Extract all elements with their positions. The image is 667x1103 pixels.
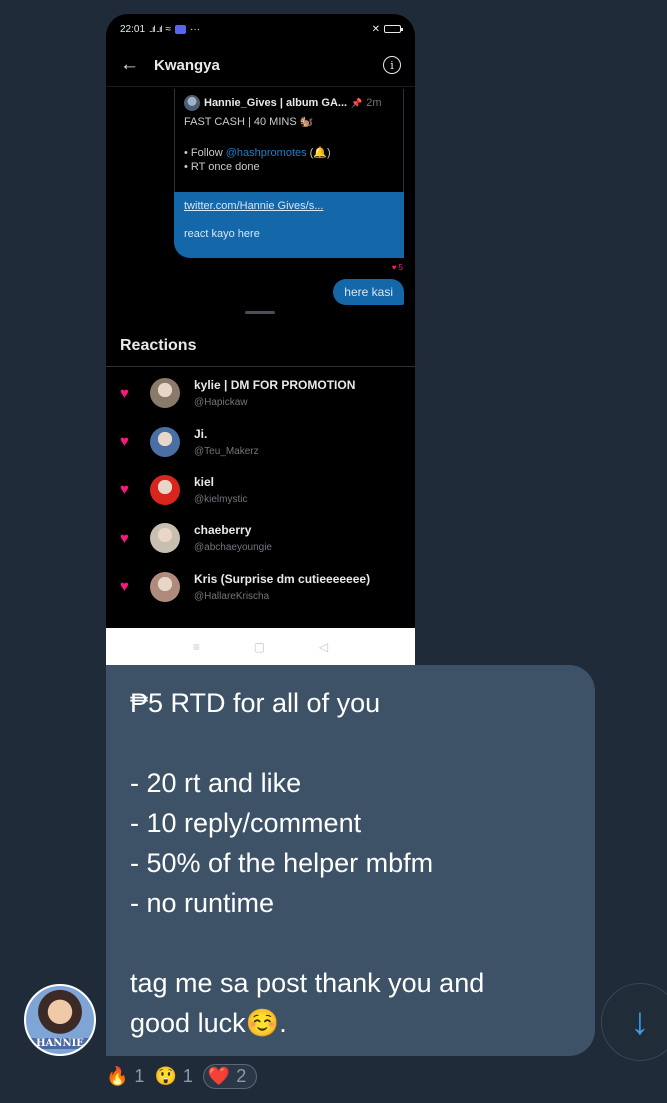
quoted-line-2: • Follow @hashpromotes (🔔) [184, 147, 331, 159]
message-line: good luck☺️. [130, 1008, 287, 1038]
reaction-count: 2 [236, 1065, 247, 1086]
android-nav-bar: ≡ ▢ ◁ [106, 628, 415, 665]
user-name: Kris (Surprise dm cutieeeeeee) [194, 571, 371, 586]
heart-icon: ♥ [120, 481, 129, 499]
message-line: ₱5 RTD for all of you [130, 688, 381, 718]
user-handle: @HallareKrischa [194, 590, 270, 602]
user-name: kiel [194, 474, 215, 489]
message-line: tag me sa post thank you and [130, 968, 485, 998]
emoji-icon: 😲 [154, 1065, 177, 1086]
conversation-area: Hannie_Gives | album GA... 📌 2m FAST CAS… [106, 86, 415, 326]
user-avatar [150, 571, 180, 602]
battery-icon [384, 25, 403, 33]
quoted-line-1: FAST CASH | 40 MINS 🐿️ [184, 116, 314, 128]
user-handle: @Teu_Makerz [194, 445, 259, 457]
reaction-row: ♥ kiel @kielmystic [106, 466, 415, 514]
pin-icon: 📌 [351, 97, 363, 108]
user-name: chaeberry [194, 523, 252, 538]
heart-icon: ♥ [120, 433, 129, 451]
tweet-link: twitter.com/Hannie Gives/s... [184, 200, 324, 212]
sent-message-bubble: twitter.com/Hannie Gives/s... react kayo… [174, 192, 404, 258]
avatar-tag: HANNIE [26, 1038, 94, 1049]
reaction-chip[interactable]: 😲 1 [154, 1066, 192, 1087]
heart-icon: ♥ [120, 529, 129, 547]
reaction-count: 1 [134, 1065, 145, 1086]
quoted-name: Hannie_Gives | album GA... [204, 97, 348, 109]
scroll-down-button[interactable]: ↓ [601, 983, 667, 1061]
reaction-row: ♥ chaeberry @abchaeyoungie [106, 514, 415, 562]
quoted-tweet: Hannie_Gives | album GA... 📌 2m FAST CAS… [174, 89, 404, 197]
reaction-chip[interactable]: 🔥 1 [106, 1066, 144, 1087]
reactions-sheet: Reactions ♥ kylie | DM FOR PROMOTION @Hapi… [106, 326, 415, 628]
message-line: - 10 reply/comment [130, 808, 362, 838]
status-bar: 22:01 ..ıl ..ıl ≈ ··· ✕ [106, 14, 415, 44]
message-reaction: ♥ 5 [391, 263, 403, 272]
user-handle: @Hapickaw [194, 397, 248, 409]
reaction-row: ♥ Ji. @Teu_Makerz [106, 417, 415, 465]
message-line: - 20 rt and like [130, 768, 302, 798]
reactions-list: ♥ kylie | DM FOR PROMOTION @Hapickaw ♥ Ji. @T… [106, 367, 415, 611]
user-avatar [150, 426, 180, 457]
message-bubble[interactable]: ₱5 RTD for all of you - 20 rt and like - 1… [106, 665, 595, 1056]
message-line [130, 723, 571, 763]
discord-icon [175, 24, 187, 34]
conversation-title: Kwangya [154, 56, 220, 74]
message-reactions: 🔥 1 😲 1 ❤️ 2 [106, 1060, 258, 1092]
user-avatar [150, 474, 180, 505]
info-icon: i [383, 56, 401, 74]
user-name: Ji. [194, 426, 208, 441]
dm-header: ← Kwangya i [106, 44, 415, 86]
reaction-row: ♥ Kris (Surprise dm cutieeeeeee) @HallareK… [106, 563, 415, 611]
home-icon: ▢ [253, 639, 266, 654]
reactions-title: Reactions [106, 326, 415, 367]
user-avatar [150, 378, 180, 409]
user-handle: @kielmystic [194, 493, 248, 505]
mention-link: @hashpromotes [225, 147, 307, 159]
quoted-time: 2m [366, 97, 382, 109]
message-line: - 50% of the helper mbfm [130, 848, 434, 878]
wifi-icon: ≈ [165, 23, 172, 35]
emoji-icon: 🔥 [106, 1065, 129, 1086]
menu-icon: ≡ [192, 639, 200, 654]
sender-avatar[interactable]: HANNIE [24, 984, 96, 1056]
user-name: kylie | DM FOR PROMOTION [194, 378, 356, 393]
user-avatar [150, 523, 180, 554]
emoji-icon: ❤️ [207, 1065, 231, 1086]
sent-message-text: react kayo here [184, 228, 260, 240]
mute-icon: ✕ [371, 23, 380, 35]
user-handle: @abchaeyoungie [194, 542, 272, 554]
arrow-down-icon: ↓ [630, 1000, 650, 1043]
back-icon: ◁ [318, 639, 329, 654]
sheet-drag-handle [245, 311, 275, 314]
quoted-avatar [184, 95, 200, 111]
embedded-screenshot: 22:01 ..ıl ..ıl ≈ ··· ✕ ← Kwangya i Hann… [106, 14, 415, 665]
message-line [130, 923, 571, 963]
heart-icon: ♥ [120, 384, 129, 402]
quoted-line-3: • RT once done [184, 161, 260, 173]
message-line: - no runtime [130, 888, 275, 918]
reaction-row: ♥ kylie | DM FOR PROMOTION @Hapickaw [106, 369, 415, 417]
reply-bubble: here kasi [333, 279, 404, 305]
heart-icon: ♥ [120, 578, 129, 596]
back-arrow-icon: ← [120, 54, 139, 75]
clock: 22:01 [120, 23, 146, 35]
signal-icon: ..ıl ..ıl [149, 24, 162, 34]
reaction-chip[interactable]: ❤️ 2 [202, 1063, 258, 1089]
reaction-count: 1 [182, 1065, 193, 1086]
more-notifications: ··· [190, 23, 201, 35]
